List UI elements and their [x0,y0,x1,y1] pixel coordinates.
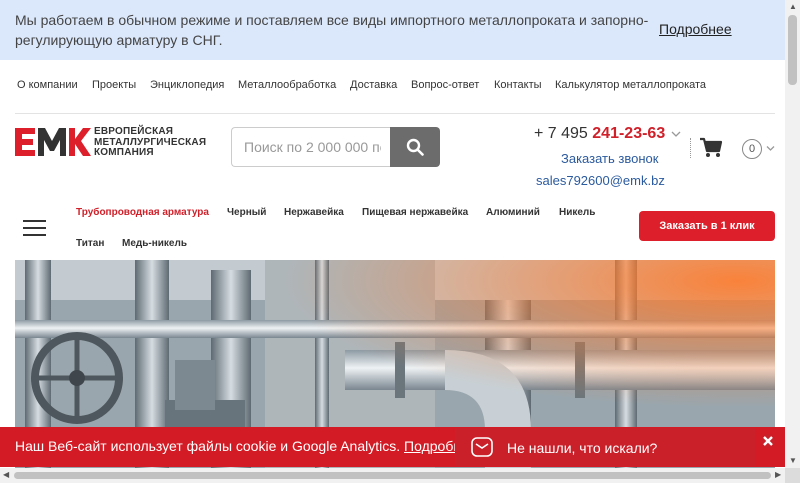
menu-toggle-icon[interactable] [23,220,47,237]
user-count-icon[interactable]: 0 [742,139,762,159]
search-icon [406,138,424,156]
logo[interactable]: ЕВРОПЕЙСКАЯ МЕТАЛЛУРГИЧЕСКАЯ КОМПАНИЯ [15,126,206,160]
top-menu-faq[interactable]: Вопрос-ответ [411,79,479,91]
notice-more-link[interactable]: Подробнее [659,21,732,37]
logo-line-1: ЕВРОПЕЙСКАЯ [94,126,174,137]
scrollbar-corner [785,468,800,483]
category-pipe-fittings[interactable]: Трубопроводная арматура [76,207,209,218]
horizontal-scrollbar[interactable]: ◀ ▶ [0,468,785,483]
horizontal-scroll-thumb[interactable] [14,472,771,479]
not-found-label: Не нашли, что искали? [507,440,658,456]
chevron-down-icon[interactable] [671,130,681,138]
top-menu: О компании Проекты Энциклопедия Металлоо… [15,62,775,114]
callback-link[interactable]: Заказать звонок [561,151,658,166]
top-menu-calculator[interactable]: Калькулятор металлопроката [555,79,706,91]
search-input[interactable] [231,127,391,167]
vertical-scrollbar[interactable]: ▲ ▼ [785,0,800,468]
top-menu-metalworking[interactable]: Металлообработка [238,79,336,91]
category-black-metal[interactable]: Черный [227,207,266,218]
top-menu-contacts[interactable]: Контакты [494,79,542,91]
top-menu-encyclopedia[interactable]: Энциклопедия [150,79,224,91]
email-link[interactable]: sales792600@emk.bz [536,173,665,188]
chevron-down-icon[interactable] [766,145,775,152]
cookie-message: Наш Веб-сайт использует файлы cookie и G… [15,438,401,454]
search-button[interactable] [390,127,440,167]
mail-icon [471,437,493,457]
logo-mark [15,128,91,156]
top-menu-delivery[interactable]: Доставка [350,79,397,91]
search-box [231,127,440,167]
vertical-scroll-thumb[interactable] [788,15,797,85]
logo-line-3: КОМПАНИЯ [94,147,154,158]
scroll-up-icon[interactable]: ▲ [789,3,797,11]
notice-bar: Мы работаем в обычном режиме и поставляе… [0,0,785,60]
category-copper-nickel[interactable]: Медь-никель [122,238,187,249]
scroll-down-icon[interactable]: ▼ [789,457,797,465]
notice-text: Мы работаем в обычном режиме и поставляе… [15,12,649,48]
phone-main: 241-23-63 [592,125,666,142]
order-one-click-button[interactable]: Заказать в 1 клик [639,211,775,241]
logo-text: ЕВРОПЕЙСКАЯ МЕТАЛЛУРГИЧЕСКАЯ КОМПАНИЯ [94,126,206,159]
category-nickel[interactable]: Никель [559,207,595,218]
category-titanium[interactable]: Титан [76,238,104,249]
cookie-text: Наш Веб-сайт использует файлы cookie и G… [15,438,477,454]
page: Мы работаем в обычном режиме и поставляе… [0,0,800,483]
scroll-left-icon[interactable]: ◀ [3,471,9,479]
scroll-right-icon[interactable]: ▶ [775,471,781,479]
not-found-button[interactable]: Не нашли, что искали? [455,428,755,466]
category-aluminium[interactable]: Алюминий [486,207,540,218]
top-menu-projects[interactable]: Проекты [92,79,136,91]
cart-button[interactable] [699,137,723,164]
category-food-stainless[interactable]: Пищевая нержавейка [362,207,468,218]
phone-number[interactable]: + 7 495 241-23-63 [534,125,665,143]
category-stainless[interactable]: Нержавейка [284,207,344,218]
close-icon[interactable] [760,433,776,449]
header-divider [690,138,691,158]
phone-prefix: + 7 495 [534,125,588,142]
cart-icon [700,137,723,157]
top-menu-about[interactable]: О компании [17,79,78,91]
